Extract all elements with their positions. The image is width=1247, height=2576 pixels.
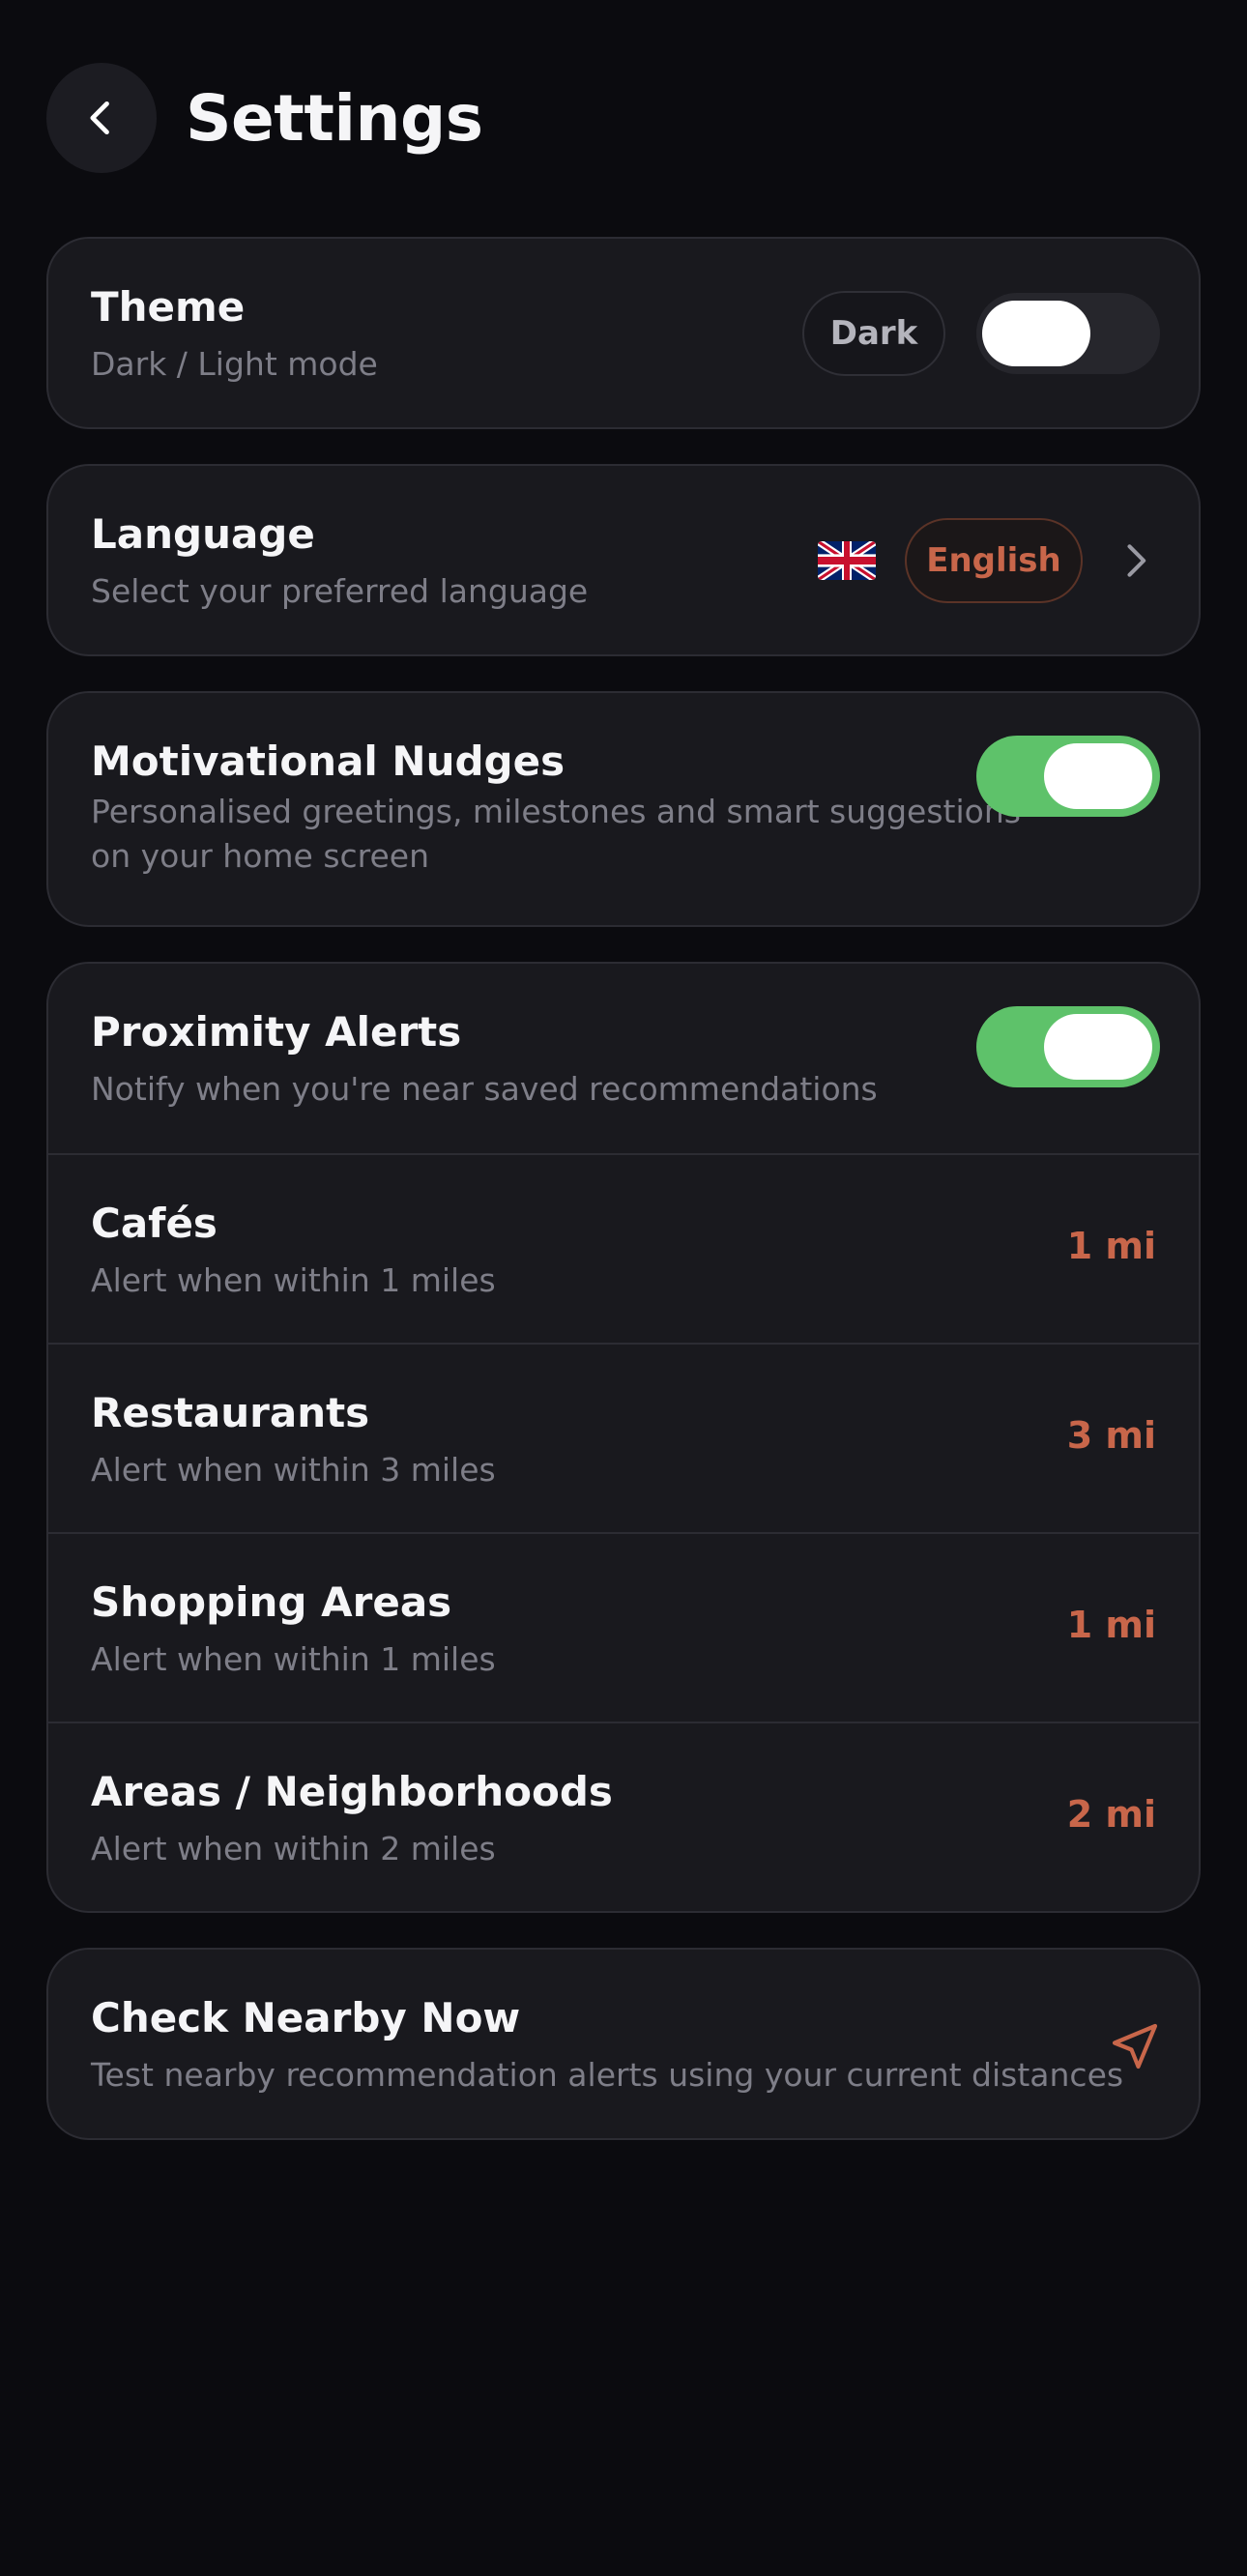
chevron-left-icon (90, 101, 109, 135)
proximity-item-subtitle: Alert when within 2 miles (91, 1830, 496, 1867)
proximity-item-title: Restaurants (91, 1389, 370, 1436)
toggle-knob (1044, 743, 1152, 809)
toggle-knob (1044, 1014, 1152, 1080)
language-row[interactable]: Language Select your preferred language … (48, 466, 1199, 654)
theme-subtitle: Dark / Light mode (91, 345, 378, 383)
theme-toggle[interactable] (976, 293, 1160, 374)
distance-value: 1 mi (1066, 1225, 1156, 1267)
distance-value: 1 mi (1066, 1604, 1156, 1646)
language-title: Language (91, 510, 315, 558)
chevron-right-icon[interactable] (1114, 539, 1156, 582)
back-button[interactable] (46, 63, 157, 173)
proximity-row: Proximity Alerts Notify when you're near… (48, 964, 1199, 1153)
proximity-subtitle: Notify when you're near saved recommenda… (91, 1070, 878, 1108)
check-nearby-row[interactable]: Check Nearby Now Test nearby recommendat… (48, 1950, 1199, 2138)
proximity-item-neighborhoods[interactable]: Areas / Neighborhoods Alert when within … (48, 1722, 1199, 1911)
proximity-title: Proximity Alerts (91, 1008, 462, 1056)
proximity-item-title: Areas / Neighborhoods (91, 1768, 613, 1815)
language-subtitle: Select your preferred language (91, 572, 589, 610)
nudges-toggle[interactable] (976, 736, 1160, 817)
navigation-arrow-icon[interactable] (1108, 2019, 1162, 2073)
proximity-item-subtitle: Alert when within 1 miles (91, 1640, 496, 1678)
nudges-row: Motivational Nudges Personalised greetin… (48, 693, 1199, 925)
proximity-card: Proximity Alerts Notify when you're near… (46, 962, 1201, 1913)
uk-flag-icon (818, 541, 876, 580)
check-nearby-subtitle: Test nearby recommendation alerts using … (91, 2056, 1124, 2094)
header: Settings (46, 63, 483, 173)
distance-value: 3 mi (1066, 1414, 1156, 1457)
proximity-item-title: Shopping Areas (91, 1578, 452, 1626)
distance-value: 2 mi (1066, 1793, 1156, 1836)
nudges-subtitle: Personalised greetings, milestones and s… (91, 793, 1021, 875)
proximity-item-shopping-areas[interactable]: Shopping Areas Alert when within 1 miles… (48, 1532, 1199, 1722)
proximity-item-cafes[interactable]: Cafés Alert when within 1 miles 1 mi (48, 1153, 1199, 1343)
theme-card: Theme Dark / Light mode Dark (46, 237, 1201, 429)
check-nearby-card[interactable]: Check Nearby Now Test nearby recommendat… (46, 1948, 1201, 2140)
theme-row: Theme Dark / Light mode Dark (48, 239, 1199, 427)
proximity-item-subtitle: Alert when within 3 miles (91, 1451, 496, 1489)
page-title: Settings (186, 80, 483, 156)
nudges-card: Motivational Nudges Personalised greetin… (46, 691, 1201, 927)
nudges-title: Motivational Nudges (91, 738, 566, 785)
proximity-item-subtitle: Alert when within 1 miles (91, 1261, 496, 1299)
proximity-item-title: Cafés (91, 1200, 218, 1247)
check-nearby-title: Check Nearby Now (91, 1994, 521, 2041)
toggle-knob (982, 301, 1090, 366)
proximity-item-restaurants[interactable]: Restaurants Alert when within 3 miles 3 … (48, 1343, 1199, 1532)
proximity-toggle[interactable] (976, 1006, 1160, 1087)
language-card: Language Select your preferred language … (46, 464, 1201, 656)
settings-screen: Settings Theme Dark / Light mode Dark La… (0, 0, 1247, 2576)
language-badge[interactable]: English (905, 518, 1083, 603)
theme-mode-badge: Dark (802, 291, 945, 376)
theme-title: Theme (91, 283, 246, 331)
